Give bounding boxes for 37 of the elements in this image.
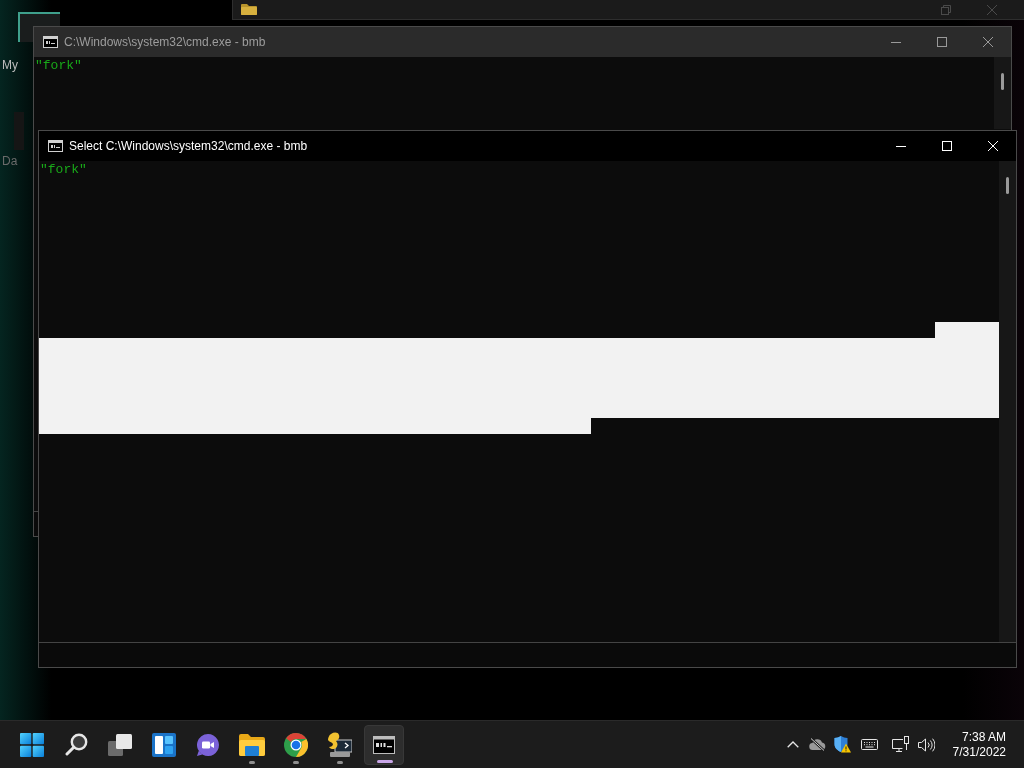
console-line: "fork" <box>40 162 87 177</box>
windows-logo-icon <box>20 732 44 757</box>
console-icon <box>43 36 58 48</box>
close-icon <box>988 141 998 151</box>
window-title: C:\Windows\system32\cmd.exe - bmb <box>64 34 266 51</box>
desktop-icon-label[interactable]: My <box>2 58 18 72</box>
console-line: "fork" <box>35 58 82 73</box>
shield-warning-icon <box>833 736 851 753</box>
chevron-up-icon <box>787 741 799 748</box>
script-terminal-icon <box>328 732 352 757</box>
volume-icon <box>917 737 935 752</box>
taskbar-app-button[interactable] <box>364 724 404 765</box>
search-icon <box>64 733 88 756</box>
task-view-icon <box>108 733 132 756</box>
vertical-scrollbar[interactable] <box>999 161 1016 642</box>
maximize-icon <box>942 141 952 151</box>
folder-icon <box>239 733 265 756</box>
keyboard-icon <box>860 739 878 750</box>
vertical-scrollbar[interactable] <box>994 57 1011 129</box>
clock-button[interactable]: 7:38 AM 7/31/2022 <box>948 729 1006 760</box>
close-icon <box>983 37 993 47</box>
video-chat-icon <box>196 732 220 757</box>
minimize-icon <box>896 145 906 147</box>
console-icon <box>48 140 63 152</box>
network-icon <box>892 736 910 753</box>
scrollbar-thumb[interactable] <box>1001 73 1004 90</box>
console-icon <box>373 735 395 754</box>
cloud-off-icon <box>808 738 826 751</box>
browser-icon <box>284 732 308 757</box>
folder-icon <box>241 4 257 15</box>
minimize-icon <box>891 41 901 43</box>
scrollbar-thumb[interactable] <box>1006 177 1009 194</box>
widgets-icon <box>152 732 176 757</box>
maximize-icon <box>937 37 947 47</box>
clock-date: 7/31/2022 <box>952 744 1006 760</box>
clock-time: 7:38 AM <box>961 729 1006 745</box>
window-title: Select C:\Windows\system32\cmd.exe - bmb <box>69 138 308 155</box>
